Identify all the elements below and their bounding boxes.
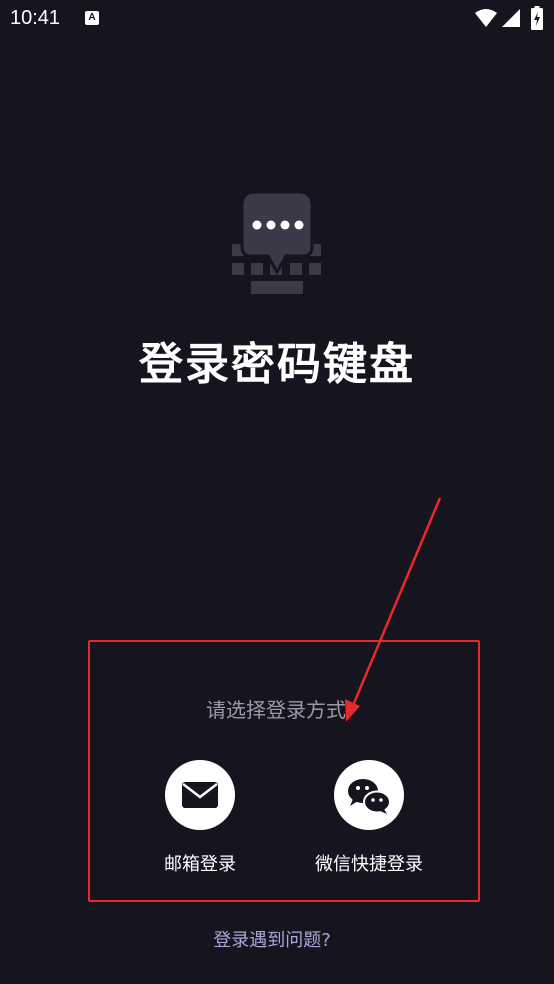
notification-icon: A (85, 11, 99, 25)
email-login-label[interactable]: 邮箱登录 (120, 850, 280, 876)
battery-icon (531, 6, 543, 30)
wechat-icon (348, 779, 391, 814)
wechat-login-button[interactable] (334, 760, 404, 830)
login-help-link[interactable]: 登录遇到问题? (0, 926, 544, 952)
login-method-prompt-text: 请选择登录方式 (206, 698, 346, 722)
keyboard-password-icon (232, 192, 321, 294)
mail-icon (182, 782, 218, 808)
wifi-icon (475, 9, 497, 27)
signal-icon (502, 9, 520, 27)
status-time: 10:41 (10, 7, 61, 29)
app-title: 登录密码键盘 (139, 339, 415, 390)
email-login-button[interactable] (165, 760, 235, 830)
status-bar: 10:41 A (0, 0, 554, 38)
login-method-prompt: 请选择登录方式 (0, 694, 554, 723)
wechat-login-label[interactable]: 微信快捷登录 (289, 850, 449, 876)
